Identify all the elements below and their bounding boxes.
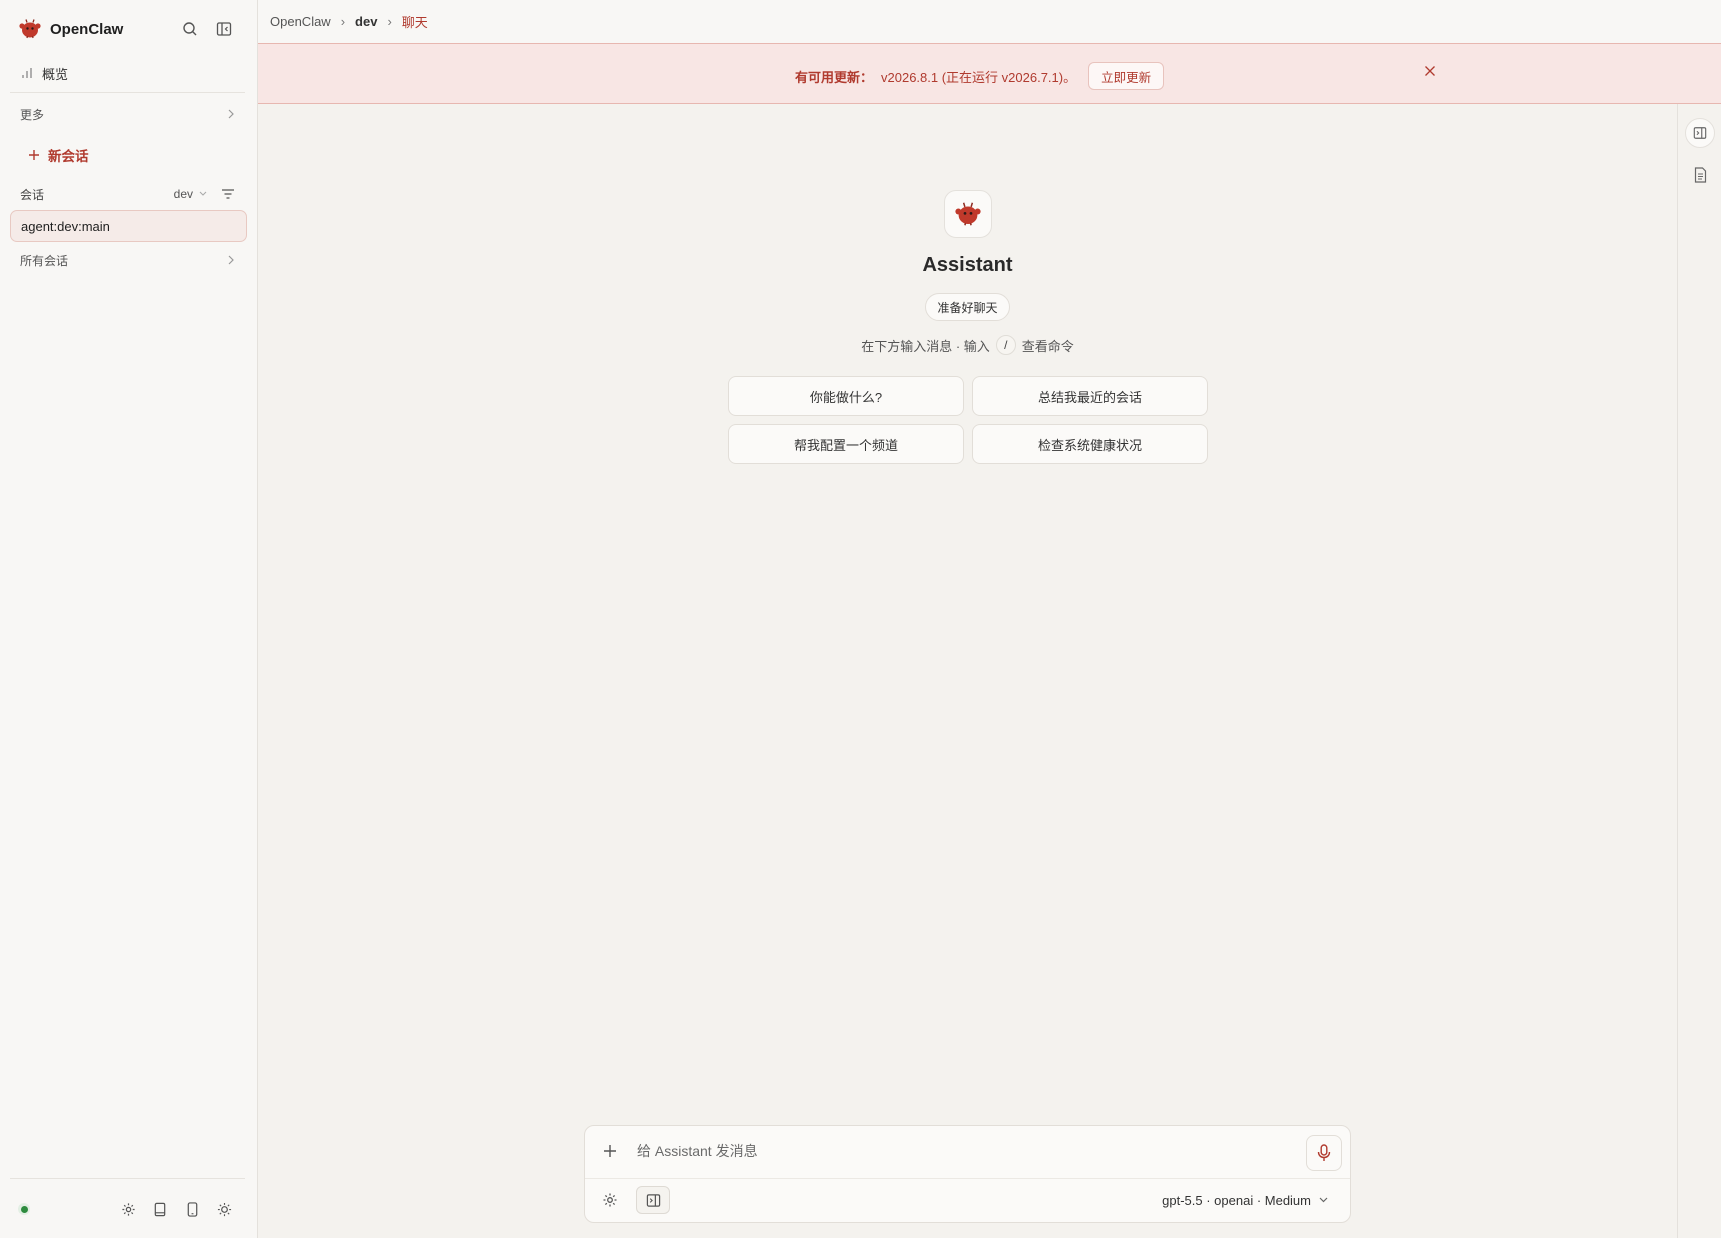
- plus-icon: [29, 150, 39, 160]
- brand[interactable]: OpenClaw: [18, 16, 123, 42]
- assistant-avatar: [944, 190, 992, 238]
- sidebar-collapse-icon[interactable]: [213, 18, 235, 40]
- sidebar-more[interactable]: 更多: [20, 104, 235, 124]
- breadcrumb-separator: ›: [340, 14, 346, 29]
- status-badge: 准备好聊天: [925, 293, 1010, 321]
- panel-toggle-icon[interactable]: [636, 1186, 670, 1214]
- breadcrumb-root[interactable]: OpenClaw: [270, 14, 331, 29]
- hint-text: 查看命令: [1021, 338, 1074, 354]
- all-sessions-link[interactable]: 所有会话: [20, 250, 235, 270]
- sidebar-item-label: 概览: [42, 66, 69, 82]
- update-banner-message: v2026.8.1 (正在运行 v2026.7.1)。: [881, 69, 1077, 85]
- update-now-button[interactable]: 立即更新: [1088, 62, 1165, 90]
- breadcrumb-agent[interactable]: dev: [355, 14, 377, 29]
- chevron-down-icon: [199, 191, 207, 196]
- suggestion-button[interactable]: 检查系统健康状况: [972, 424, 1208, 464]
- update-banner: 有可用更新： v2026.8.1 (正在运行 v2026.7.1)。 立即更新: [258, 44, 1721, 104]
- close-icon[interactable]: [1421, 62, 1439, 80]
- breadcrumb-separator: ›: [387, 14, 392, 29]
- attach-plus-icon[interactable]: [601, 1142, 619, 1160]
- agent-filter-select[interactable]: dev: [174, 187, 207, 201]
- sidebar-more-label: 更多: [20, 107, 45, 122]
- message-composer: gpt-5.5 · openai · Medium: [584, 1125, 1351, 1223]
- suggestion-button[interactable]: 总结我最近的会话: [972, 376, 1208, 416]
- agent-filter-value: dev: [173, 187, 193, 201]
- lobster-logo-icon: [19, 19, 41, 39]
- suggestion-button[interactable]: 帮我配置一个频道: [728, 424, 964, 464]
- suggestion-button[interactable]: 你能做什么?: [728, 376, 964, 416]
- hint-text: 在下方输入消息 · 输入: [861, 338, 990, 354]
- new-chat-button[interactable]: 新会话: [28, 144, 89, 166]
- bar-chart-icon: [22, 68, 32, 78]
- sidebar: OpenClaw 概览 更多 新会话 会话 dev agent:dev:main…: [0, 0, 258, 1238]
- sidebar-item-overview[interactable]: 概览: [20, 62, 68, 84]
- gear-icon[interactable]: [118, 1199, 138, 1219]
- brand-name: OpenClaw: [50, 20, 124, 38]
- sessions-label: 会话: [20, 187, 45, 202]
- model-select[interactable]: gpt-5.5 · openai · Medium: [1162, 1190, 1328, 1210]
- lobster-logo-icon: [955, 202, 981, 226]
- session-item-active[interactable]: agent:dev:main: [10, 210, 247, 242]
- all-sessions-label: 所有会话: [20, 253, 69, 268]
- new-chat-label: 新会话: [48, 149, 89, 164]
- book-icon[interactable]: [150, 1199, 170, 1219]
- chevron-down-icon: [1319, 1197, 1328, 1203]
- search-icon[interactable]: [179, 18, 201, 40]
- phone-icon[interactable]: [182, 1199, 202, 1219]
- session-item-label: agent:dev:main: [21, 218, 110, 234]
- chevron-right-icon: [228, 255, 234, 265]
- divider: [585, 1178, 1350, 1179]
- chevron-right-icon: [228, 109, 234, 119]
- microphone-icon[interactable]: [1306, 1135, 1342, 1171]
- update-banner-title: 有可用更新：: [795, 69, 874, 85]
- divider: [10, 92, 245, 93]
- filter-icon[interactable]: [221, 188, 235, 200]
- divider: [10, 1178, 245, 1179]
- message-input[interactable]: [637, 1138, 1277, 1164]
- right-rail: [1677, 104, 1721, 1238]
- document-icon[interactable]: [1685, 160, 1715, 190]
- panel-toggle-icon[interactable]: [1685, 118, 1715, 148]
- model-label: gpt-5.5 · openai · Medium: [1162, 1192, 1311, 1208]
- breadcrumb-current-page: 聊天: [401, 15, 428, 30]
- status-pill-row: 准备好聊天: [258, 293, 1677, 321]
- sessions-header: 会话 dev: [20, 184, 235, 204]
- breadcrumb: OpenClaw › dev › 聊天: [258, 0, 1721, 44]
- sun-icon[interactable]: [214, 1199, 234, 1219]
- command-hint: 在下方输入消息 · 输入 / 查看命令: [258, 334, 1677, 356]
- gear-icon[interactable]: [596, 1186, 624, 1214]
- slash-key: /: [995, 335, 1016, 355]
- connection-status-icon: [18, 1203, 30, 1215]
- assistant-name: Assistant: [922, 254, 1013, 276]
